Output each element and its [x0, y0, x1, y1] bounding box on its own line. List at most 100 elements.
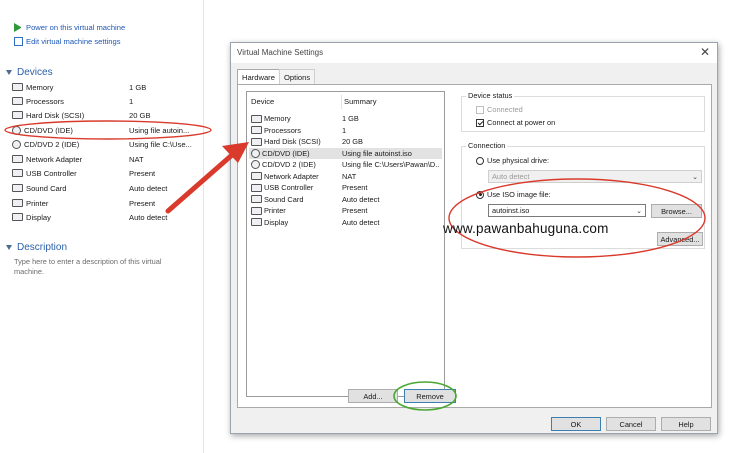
device-summary: NAT — [342, 171, 357, 181]
list-item-hard-disk[interactable]: Hard Disk (SCSI) 20 GB — [249, 136, 442, 148]
cd-dvd-icon — [12, 139, 21, 149]
device-name: Printer — [26, 198, 49, 208]
device-name: Network Adapter — [26, 154, 83, 164]
description-heading: Description — [17, 242, 68, 253]
cd-dvd-icon — [251, 148, 260, 158]
device-name: Memory — [264, 114, 291, 124]
device-summary: 1 GB — [342, 114, 359, 124]
list-item-sound-card[interactable]: Sound Card Auto detect — [249, 194, 442, 206]
column-header-device[interactable]: Device — [251, 97, 274, 106]
list-item-usb-controller[interactable]: USB Controller Present — [249, 182, 442, 194]
use-iso-image-radio[interactable]: Use ISO image file: — [476, 190, 551, 199]
device-name: Processors — [26, 96, 64, 106]
close-icon[interactable]: ✕ — [700, 45, 710, 59]
list-item-cd-dvd[interactable]: CD/DVD (IDE) Using file autoinst.iso — [249, 147, 442, 159]
display-icon — [12, 213, 23, 221]
device-summary: 20 GB — [342, 137, 363, 147]
device-value: 20 GB — [129, 110, 151, 120]
device-status-legend: Device status — [466, 91, 515, 100]
browse-button[interactable]: Browse... — [651, 204, 702, 218]
device-value: 1 GB — [129, 82, 147, 92]
ok-button[interactable]: OK — [551, 417, 601, 431]
device-row-network-adapter[interactable]: Network Adapter NAT — [12, 152, 202, 166]
memory-icon — [251, 114, 262, 123]
device-value: Using file autoin... — [129, 125, 190, 135]
connected-label: Connected — [487, 105, 523, 114]
list-item-memory[interactable]: Memory 1 GB — [249, 113, 442, 125]
collapse-arrow-icon — [6, 70, 12, 75]
connect-at-power-on-checkbox[interactable]: Connect at power on — [476, 118, 555, 127]
tab-hardware[interactable]: Hardware — [237, 69, 280, 85]
radio-circle — [476, 156, 484, 165]
device-value: Auto detect — [129, 183, 168, 193]
device-name: Memory — [26, 82, 54, 92]
edit-icon — [14, 37, 23, 46]
device-row-processors[interactable]: Processors 1 — [12, 94, 202, 108]
cd-dvd-icon — [12, 125, 21, 135]
description-field[interactable]: Type here to enter a description of this… — [14, 257, 189, 277]
dialog-titlebar[interactable]: Virtual Machine Settings ✕ — [231, 43, 717, 63]
list-item-display[interactable]: Display Auto detect — [249, 217, 442, 229]
remove-button[interactable]: Remove — [404, 389, 456, 403]
column-separator — [341, 95, 342, 109]
connected-checkbox[interactable]: Connected — [476, 105, 523, 114]
device-row-display[interactable]: Display Auto detect — [12, 210, 202, 224]
sound-card-icon — [12, 184, 23, 192]
chevron-down-icon: ⌄ — [636, 207, 642, 215]
device-name: Sound Card — [26, 183, 67, 193]
edit-settings-command[interactable]: Edit virtual machine settings — [14, 37, 121, 46]
power-on-command[interactable]: Power on this virtual machine — [14, 23, 125, 32]
device-name: Hard Disk (SCSI) — [264, 137, 321, 147]
device-row-sound-card[interactable]: Sound Card Auto detect — [12, 181, 202, 195]
checkbox-box — [476, 118, 484, 127]
device-summary: Present — [342, 206, 368, 216]
device-name: Display — [26, 212, 51, 222]
use-iso-image-label: Use ISO image file: — [487, 190, 551, 199]
device-name: Printer — [264, 206, 286, 216]
device-summary: Using file autoinst.iso — [342, 148, 412, 158]
dialog-title: Virtual Machine Settings — [237, 48, 324, 57]
physical-drive-select[interactable]: Auto detect ⌄ — [488, 170, 702, 183]
advanced-button[interactable]: Advanced... — [657, 232, 703, 246]
vm-settings-dialog: Virtual Machine Settings ✕ Hardware Opti… — [230, 42, 718, 434]
device-row-memory[interactable]: Memory 1 GB — [12, 80, 202, 94]
tab-options[interactable]: Options — [279, 69, 316, 84]
list-item-cd-dvd-2[interactable]: CD/DVD 2 (IDE) Using file C:\Users\Pawan… — [249, 159, 442, 171]
column-header-summary[interactable]: Summary — [344, 97, 377, 106]
device-name: CD/DVD 2 (IDE) — [24, 139, 80, 149]
device-list[interactable]: Device Summary Memory 1 GB Processors 1 … — [246, 91, 445, 397]
device-name: USB Controller — [26, 168, 77, 178]
help-button[interactable]: Help — [661, 417, 711, 431]
cd-dvd-icon — [251, 160, 260, 170]
chevron-down-icon: ⌄ — [692, 173, 698, 181]
description-section-header[interactable]: Description — [6, 242, 67, 253]
processor-icon — [251, 126, 262, 135]
device-row-cd-dvd-2[interactable]: CD/DVD 2 (IDE) Using file C:\Use... — [12, 137, 202, 151]
printer-icon — [12, 199, 23, 207]
display-icon — [251, 218, 262, 227]
list-item-network-adapter[interactable]: Network Adapter NAT — [249, 171, 442, 183]
usb-icon — [12, 169, 23, 177]
device-value: 1 — [129, 96, 134, 106]
sound-card-icon — [251, 195, 262, 204]
devices-section-header[interactable]: Devices — [6, 67, 53, 78]
cancel-button[interactable]: Cancel — [606, 417, 656, 431]
device-value: Present — [129, 168, 156, 178]
use-physical-drive-radio[interactable]: Use physical drive: — [476, 156, 549, 165]
device-value: NAT — [129, 154, 144, 164]
device-value: Using file C:\Use... — [129, 139, 192, 149]
add-button[interactable]: Add... — [348, 389, 398, 403]
hard-disk-icon — [12, 111, 23, 119]
list-item-processors[interactable]: Processors 1 — [249, 125, 442, 137]
panel-divider — [203, 0, 204, 453]
list-item-printer[interactable]: Printer Present — [249, 205, 442, 217]
memory-icon — [12, 83, 23, 91]
iso-image-path-field[interactable]: autoinst.iso ⌄ — [488, 204, 646, 217]
network-adapter-icon — [12, 155, 23, 163]
device-row-printer[interactable]: Printer Present — [12, 196, 202, 210]
device-summary: Auto detect — [342, 217, 380, 227]
device-row-usb-controller[interactable]: USB Controller Present — [12, 166, 202, 180]
device-row-hard-disk[interactable]: Hard Disk (SCSI) 20 GB — [12, 108, 202, 122]
device-name: USB Controller — [264, 183, 314, 193]
device-row-cd-dvd[interactable]: CD/DVD (IDE) Using file autoin... — [12, 123, 202, 137]
